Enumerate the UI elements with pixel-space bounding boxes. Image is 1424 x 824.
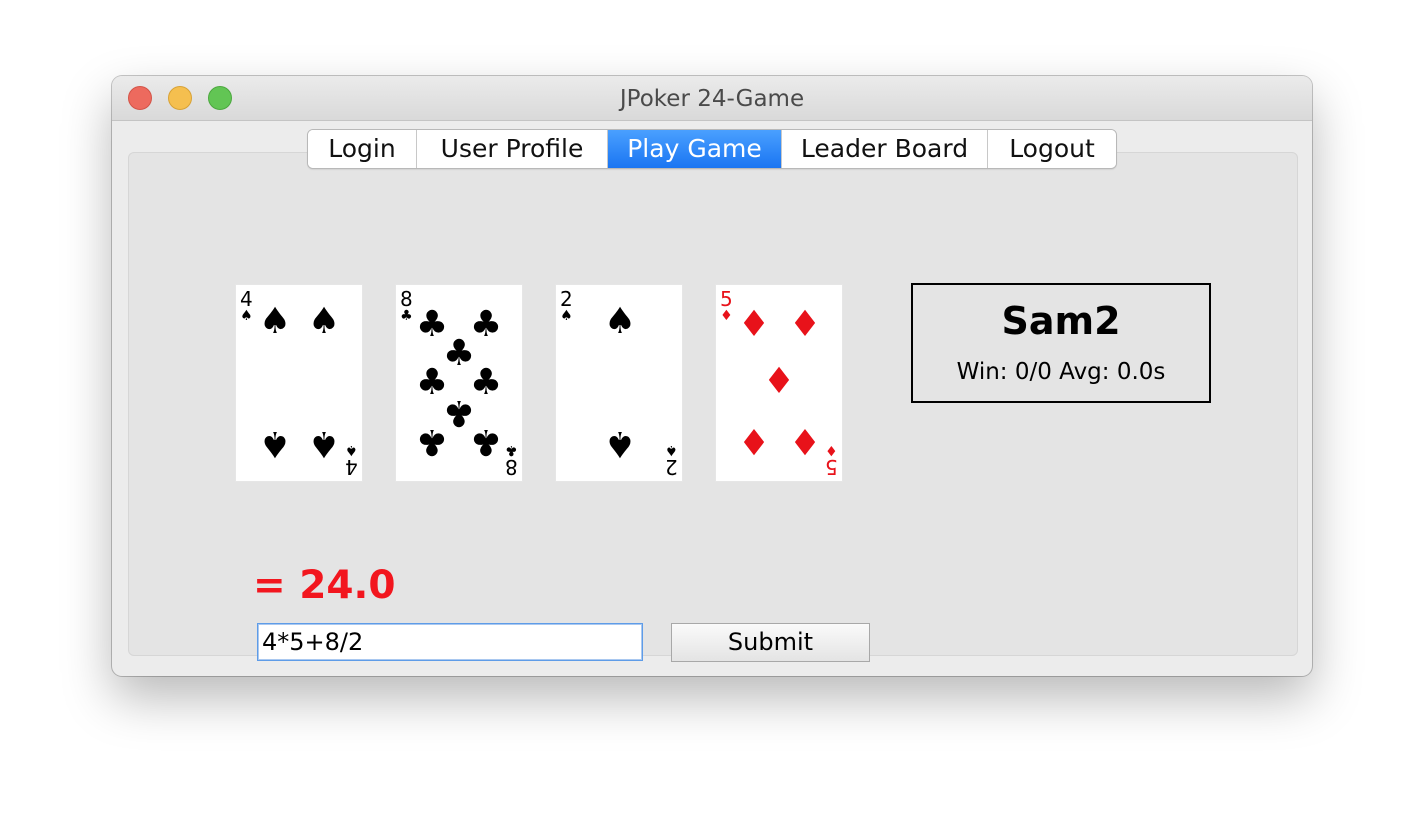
player-stats: Win: 0/0 Avg: 0.0s [956,359,1166,385]
playing-card-4: 5 ♦ ♦ ♦ ♦ ♦ ♦ 5 ♦ [715,284,843,482]
diamond-icon: ♦ [762,361,796,402]
card-rank: 8 [400,287,413,311]
spade-icon: ♠ [258,301,292,342]
spade-icon: ♠ [665,442,678,458]
player-info-box: Sam2 Win: 0/0 Avg: 0.0s [911,283,1211,403]
spade-icon: ♠ [345,442,358,458]
card-rank: 4 [240,287,253,311]
card-rank: 5 [720,287,733,311]
card-rank: 5 [825,455,838,479]
diamond-icon: ♦ [788,304,822,345]
spade-icon: ♠ [560,308,573,324]
card-corner-bottom: 8 ♣ [505,442,518,479]
spade-icon: ♠ [307,301,341,342]
tab-logout[interactable]: Logout [988,130,1116,168]
app-window: JPoker 24-Game 4 ♠ ♠ ♠ ♠ ♠ 4 ♠ 8 ♣ ♣ ♣ ♣… [112,76,1312,676]
card-corner-top: 8 ♣ [400,289,413,323]
tab-play-game[interactable]: Play Game [608,130,782,168]
spade-icon: ♠ [603,423,637,464]
playing-card-3: 2 ♠ ♠ ♠ 2 ♠ [555,284,683,482]
card-corner-top: 5 ♦ [720,289,733,323]
card-corner-bottom: 4 ♠ [345,442,358,479]
diamond-icon: ♦ [788,420,822,461]
club-icon: ♣ [469,421,503,462]
spade-icon: ♠ [240,308,253,324]
tab-user-profile[interactable]: User Profile [417,130,608,168]
playing-card-2: 8 ♣ ♣ ♣ ♣ ♣ ♣ ♣ ♣ ♣ 8 ♣ [395,284,523,482]
diamond-icon: ♦ [737,304,771,345]
player-name: Sam2 [1001,299,1121,343]
playing-card-1: 4 ♠ ♠ ♠ ♠ ♠ 4 ♠ [235,284,363,482]
card-rank: 2 [665,455,678,479]
submit-button[interactable]: Submit [671,623,870,662]
tab-leader-board[interactable]: Leader Board [782,130,988,168]
diamond-icon: ♦ [825,442,838,458]
card-corner-top: 4 ♠ [240,289,253,323]
title-bar: JPoker 24-Game [112,76,1312,121]
card-rank: 8 [505,455,518,479]
diamond-icon: ♦ [720,308,733,324]
spade-icon: ♠ [258,423,292,464]
card-rank: 2 [560,287,573,311]
window-title: JPoker 24-Game [619,86,805,112]
expression-input[interactable] [257,623,643,661]
main-tab-bar: Login User Profile Play Game Leader Boar… [307,129,1117,169]
diamond-icon: ♦ [737,420,771,461]
card-corner-bottom: 5 ♦ [825,442,838,479]
game-panel: 4 ♠ ♠ ♠ ♠ ♠ 4 ♠ 8 ♣ ♣ ♣ ♣ ♣ ♣ ♣ ♣ ♣ 8 ♣ … [128,152,1298,662]
club-icon: ♣ [505,442,518,458]
card-rank: 4 [345,455,358,479]
spade-icon: ♠ [603,301,637,342]
expression-result: = 24.0 [253,563,396,608]
tab-login[interactable]: Login [308,130,417,168]
spade-icon: ♠ [307,423,341,464]
club-icon: ♣ [415,421,449,462]
card-corner-bottom: 2 ♠ [665,442,678,479]
club-icon: ♣ [400,308,413,324]
card-corner-top: 2 ♠ [560,289,573,323]
